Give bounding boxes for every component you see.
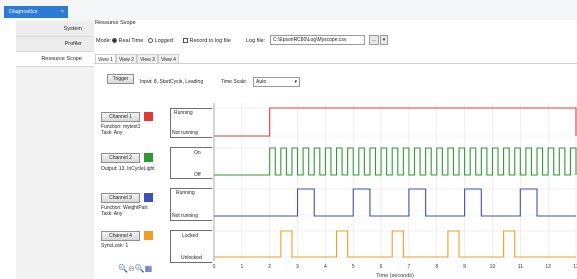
- channel-1-color-swatch[interactable]: [144, 112, 153, 121]
- x-tick-label-1: 1: [240, 264, 243, 270]
- channel-4-color-swatch[interactable]: [144, 231, 153, 240]
- sidebar-item-profiler[interactable]: Profiler: [16, 37, 94, 52]
- browse-button[interactable]: ...: [369, 35, 379, 45]
- trace-channel-2: [214, 147, 577, 176]
- log-file-dropdown-button[interactable]: ▾: [380, 35, 388, 45]
- record-to-log-checkbox[interactable]: Record to log file: [183, 38, 231, 44]
- timescale-label: Time Scale:: [221, 79, 248, 85]
- mode-realtime-radio[interactable]: Real Time: [112, 38, 143, 44]
- channel-2-button[interactable]: Channel 2: [101, 153, 140, 163]
- tab-divider: [94, 63, 577, 64]
- channel-4-level-bracket: [170, 230, 212, 263]
- channel-2-output: Output: 13, InCycleLight: [101, 166, 155, 172]
- channel-3-task: Task: Any: [101, 211, 123, 217]
- channel-2-color-swatch[interactable]: [144, 153, 153, 162]
- zoom-reset-icon[interactable]: 🔍: [135, 264, 145, 273]
- mode-logged-label: Logged: [154, 38, 173, 44]
- mode-label: Mode:: [96, 38, 112, 44]
- sidebar-item-resource-scope[interactable]: Resource Scope: [16, 52, 94, 67]
- channel-1-task: Task: Any: [101, 130, 123, 136]
- log-file-label: Log file:: [246, 38, 266, 44]
- x-tick-label-3: 3: [296, 264, 299, 270]
- mode-realtime-label: Real Time: [118, 38, 144, 44]
- x-tick-label-5: 5: [352, 264, 355, 270]
- x-tick-label-11: 11: [518, 264, 523, 270]
- sidebar-item-label: System: [63, 26, 82, 32]
- x-tick-label-10: 10: [490, 264, 496, 270]
- page-title: Resource Scope: [95, 20, 136, 26]
- sidebar-item-system[interactable]: System: [16, 22, 94, 37]
- close-icon[interactable]: ×: [61, 6, 64, 18]
- x-tick-label-12: 12: [545, 264, 551, 270]
- chevron-down-icon: ▾: [382, 37, 386, 43]
- document-tab-bar: [0, 0, 577, 20]
- timescale-select[interactable]: Auto ▾: [253, 77, 300, 87]
- trace-channel-1: [214, 107, 577, 137]
- trigger-button[interactable]: Trigger: [107, 74, 134, 84]
- channel-2-level-bracket: [170, 147, 212, 179]
- trace-channel-4: [214, 230, 576, 258]
- diagnostics-sidebar: System Profiler Resource Scope: [16, 20, 95, 279]
- x-tick-label-8: 8: [435, 264, 438, 270]
- x-tick-label-0: 0: [213, 264, 216, 270]
- channel-3-button[interactable]: Channel 3: [101, 193, 140, 203]
- x-tick-label-7: 7: [408, 264, 411, 270]
- channel-1-level-bracket: [170, 108, 212, 138]
- trigger-info: Input: 8, StartCycle, Leading: [140, 79, 204, 85]
- checkbox-icon: [183, 38, 188, 43]
- sidebar-item-label: Profiler: [64, 41, 82, 47]
- x-tick-label-4: 4: [324, 264, 327, 270]
- mode-logged-radio[interactable]: Logged: [148, 38, 173, 44]
- grid-icon[interactable]: ▦: [145, 264, 153, 273]
- resource-scope-plot[interactable]: 012345678910111213Time (seconds): [212, 103, 577, 279]
- timescale-value: Auto: [256, 79, 267, 85]
- radio-icon: [112, 38, 117, 43]
- log-file-input[interactable]: C:\EpsonRC80\Log\Myscope.csv: [270, 35, 365, 45]
- zoom-in-icon[interactable]: 🔍: [118, 264, 128, 273]
- channel-4-button[interactable]: Channel 4: [101, 231, 140, 241]
- x-tick-label-13: 13: [573, 264, 577, 270]
- channel-1-button[interactable]: Channel 1: [101, 112, 140, 122]
- zoom-out-icon[interactable]: ⊖: [128, 264, 135, 273]
- x-tick-label-2: 2: [268, 264, 271, 270]
- x-axis-label: Time (seconds): [376, 273, 414, 279]
- radio-icon: [148, 38, 153, 43]
- trace-channel-3: [214, 188, 576, 217]
- channel-3-color-swatch[interactable]: [144, 193, 153, 202]
- record-to-log-label: Record to log file: [189, 38, 231, 44]
- diagnostics-tab[interactable]: Diagnostics ×: [4, 6, 68, 18]
- diagnostics-tab-label: Diagnostics: [9, 9, 38, 15]
- sidebar-item-label: Resource Scope: [41, 56, 82, 62]
- x-tick-label-9: 9: [463, 264, 466, 270]
- channel-4-synclock: SyncLock: 1: [101, 243, 129, 249]
- channel-3-level-bracket: [170, 188, 212, 221]
- chevron-down-icon: ▾: [294, 79, 297, 85]
- x-tick-label-6: 6: [380, 264, 383, 270]
- zoom-toolbar: 🔍⊖🔍▦: [118, 264, 152, 273]
